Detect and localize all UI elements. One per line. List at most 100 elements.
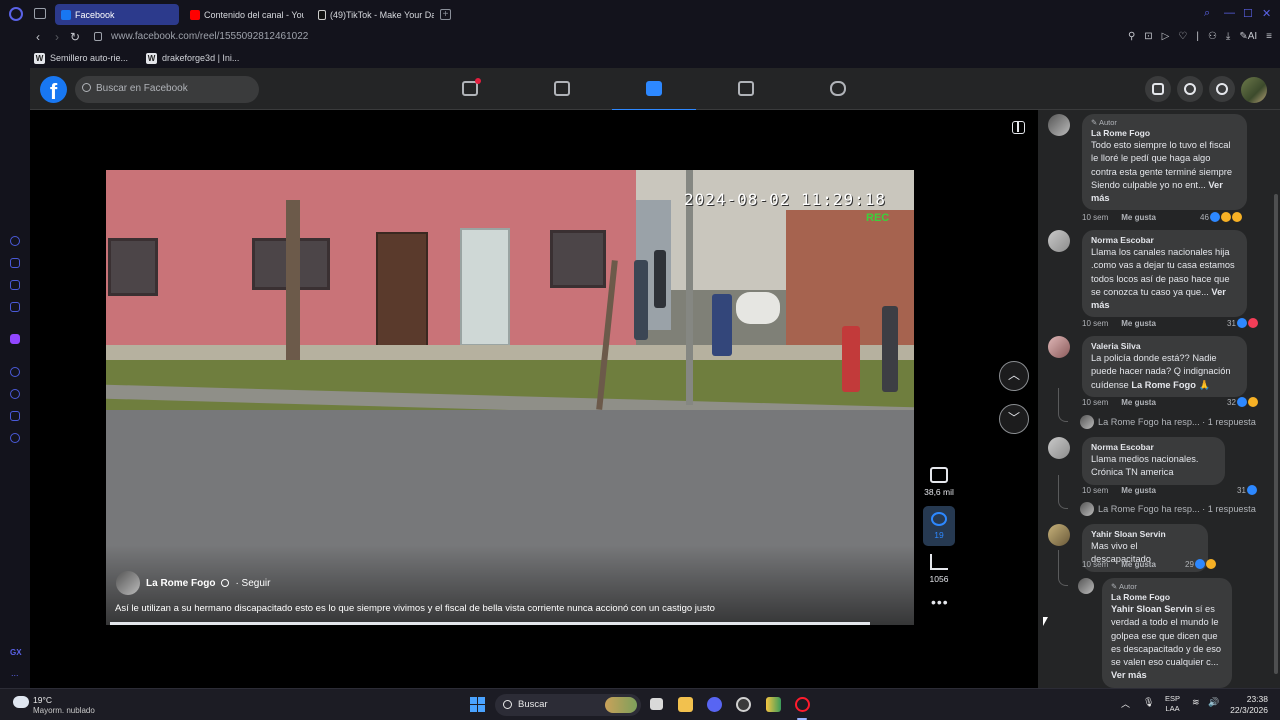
pin-icon[interactable]: ⚲ [1128,31,1135,42]
tab-tiktok[interactable]: (49)TikTok - Make Your Da [312,4,434,25]
commenter-name[interactable]: La Rome Fogo [1111,592,1223,602]
more-icon[interactable]: ... [11,668,19,678]
mention-link[interactable]: La Rome Fogo [1131,380,1196,390]
microphone-icon[interactable]: 🎙 [1143,697,1154,708]
search-input[interactable]: Buscar en Facebook [75,76,259,103]
player-icon[interactable]: ▷ [1162,31,1170,42]
opera-gx-icon[interactable] [795,697,810,712]
avatar[interactable] [1048,437,1070,459]
reel-video[interactable]: 2024-08-02 11:29:18 REC La Rome Fogo · S… [106,170,914,625]
tray-chevron-icon[interactable]: ︿ [1121,697,1130,710]
reaction-count[interactable]: 32 [1227,397,1258,407]
player-side-icon[interactable] [10,367,20,377]
history-icon[interactable] [10,389,20,399]
video-progress-bar[interactable] [110,622,870,625]
like-link[interactable]: Me gusta [1121,319,1156,328]
task-view-icon[interactable] [650,698,663,710]
avatar[interactable] [1048,114,1070,136]
wifi-icon[interactable]: ≋ [1192,697,1200,708]
nav-video[interactable] [612,68,696,111]
start-button[interactable] [470,697,485,712]
volume-icon[interactable]: 🔊 [1208,697,1219,708]
see-more-link[interactable]: Ver más [1111,670,1147,680]
app-icon[interactable] [766,697,781,712]
nav-home[interactable] [428,68,512,110]
nav-marketplace[interactable] [704,68,788,110]
comment-time[interactable]: 10 sem [1082,319,1108,328]
mention-link[interactable]: Yahir Sloan Servin [1111,604,1193,614]
more-options-icon[interactable]: ••• [931,594,949,610]
avatar[interactable] [1048,230,1070,252]
avatar[interactable] [1078,578,1094,594]
search-tabs-icon[interactable]: ⌕ [1204,7,1210,20]
avatar[interactable] [1048,524,1070,546]
commenter-name[interactable]: Yahir Sloan Servin [1091,529,1199,539]
close-icon[interactable]: ✕ [1262,7,1271,20]
commenter-name[interactable]: Norma Escobar [1091,442,1216,452]
commenter-name[interactable]: Norma Escobar [1091,235,1238,245]
gx-label[interactable]: GX [10,648,22,657]
nav-dashboard[interactable] [520,68,604,110]
tab-facebook[interactable]: Facebook [55,4,179,25]
next-reel-button[interactable]: ﹀ [999,404,1029,434]
tab-overview-icon[interactable] [34,8,46,19]
reload-icon[interactable]: ↻ [70,30,80,44]
like-link[interactable]: Me gusta [1121,213,1156,222]
bookmarks-icon[interactable] [10,280,20,290]
commenter-name[interactable]: Valeria Silva [1091,341,1238,351]
follow-button[interactable]: · Seguir [235,578,270,589]
url-field[interactable]: www.facebook.com/reel/1555092812461022 [111,31,308,42]
cloud-icon[interactable] [13,696,29,708]
view-replies-link[interactable]: La Rome Fogo ha resp... · 1 respuesta [1080,502,1256,516]
extensions-icon[interactable] [10,411,20,421]
taskbar-search[interactable]: Buscar [495,694,641,716]
comment-time[interactable]: 10 sem [1082,213,1108,222]
bookmark-item[interactable]: W drakeforge3d | Ini... [146,52,239,64]
opera-logo-icon[interactable] [9,7,23,21]
reaction-count[interactable]: 31 [1237,485,1257,495]
like-link[interactable]: Me gusta [1121,398,1156,407]
previous-reel-button[interactable]: ︿ [999,361,1029,391]
download-icon[interactable]: ⤓ [1226,31,1230,42]
comment-time[interactable]: 10 sem [1082,560,1108,569]
share-button[interactable]: 1056 [920,554,958,584]
heart-icon[interactable]: ♡ [1178,31,1187,42]
menu-icon[interactable]: ≡ [1266,31,1272,42]
tab-youtube[interactable]: Contenido del canal - You [184,4,304,25]
ai-icon[interactable]: ✎AI [1239,31,1257,42]
messenger-side-icon[interactable] [10,302,20,312]
nav-gaming[interactable] [796,68,880,110]
maximize-icon[interactable]: ☐ [1243,7,1253,20]
weather-description[interactable]: Mayorm. nublado [33,706,95,715]
file-explorer-icon[interactable] [678,697,693,712]
obs-icon[interactable] [736,697,751,712]
author-name[interactable]: La Rome Fogo [146,578,215,589]
back-icon[interactable]: ‹ [36,30,40,44]
facebook-logo[interactable]: f [40,76,67,104]
language-indicator[interactable]: ESP LAA [1165,694,1180,714]
new-tab-button[interactable]: + [440,9,451,20]
comment-button[interactable]: 19 [923,506,955,546]
messenger-button[interactable] [1177,76,1203,102]
expand-icon[interactable] [1012,121,1025,134]
comment-time[interactable]: 10 sem [1082,486,1108,495]
reaction-count[interactable]: 46 [1200,212,1242,222]
snapshot-icon[interactable]: ⊡ [1144,31,1152,42]
bookmark-item[interactable]: W Semillero auto-rie... [34,52,128,64]
menu-button[interactable] [1145,76,1171,102]
forward-icon[interactable]: › [55,30,59,44]
like-link[interactable]: Me gusta [1121,560,1156,569]
view-replies-link[interactable]: La Rome Fogo ha resp... · 1 respuesta [1080,415,1256,429]
taskbar-clock[interactable]: 23:38 22/3/2026 [1230,694,1268,716]
avatar[interactable] [1048,336,1070,358]
reaction-count[interactable]: 31 [1227,318,1258,328]
scrollbar[interactable] [1274,194,1278,674]
refresh-icon[interactable] [10,236,20,246]
twitch-icon[interactable] [10,334,20,344]
profile-avatar[interactable] [1241,77,1267,103]
gamepad-icon[interactable] [10,258,20,268]
weather-temp[interactable]: 19°C [33,695,52,705]
like-button[interactable]: 38,6 mil [920,467,958,497]
minimize-icon[interactable]: — [1224,7,1235,19]
settings-icon[interactable] [10,433,20,443]
